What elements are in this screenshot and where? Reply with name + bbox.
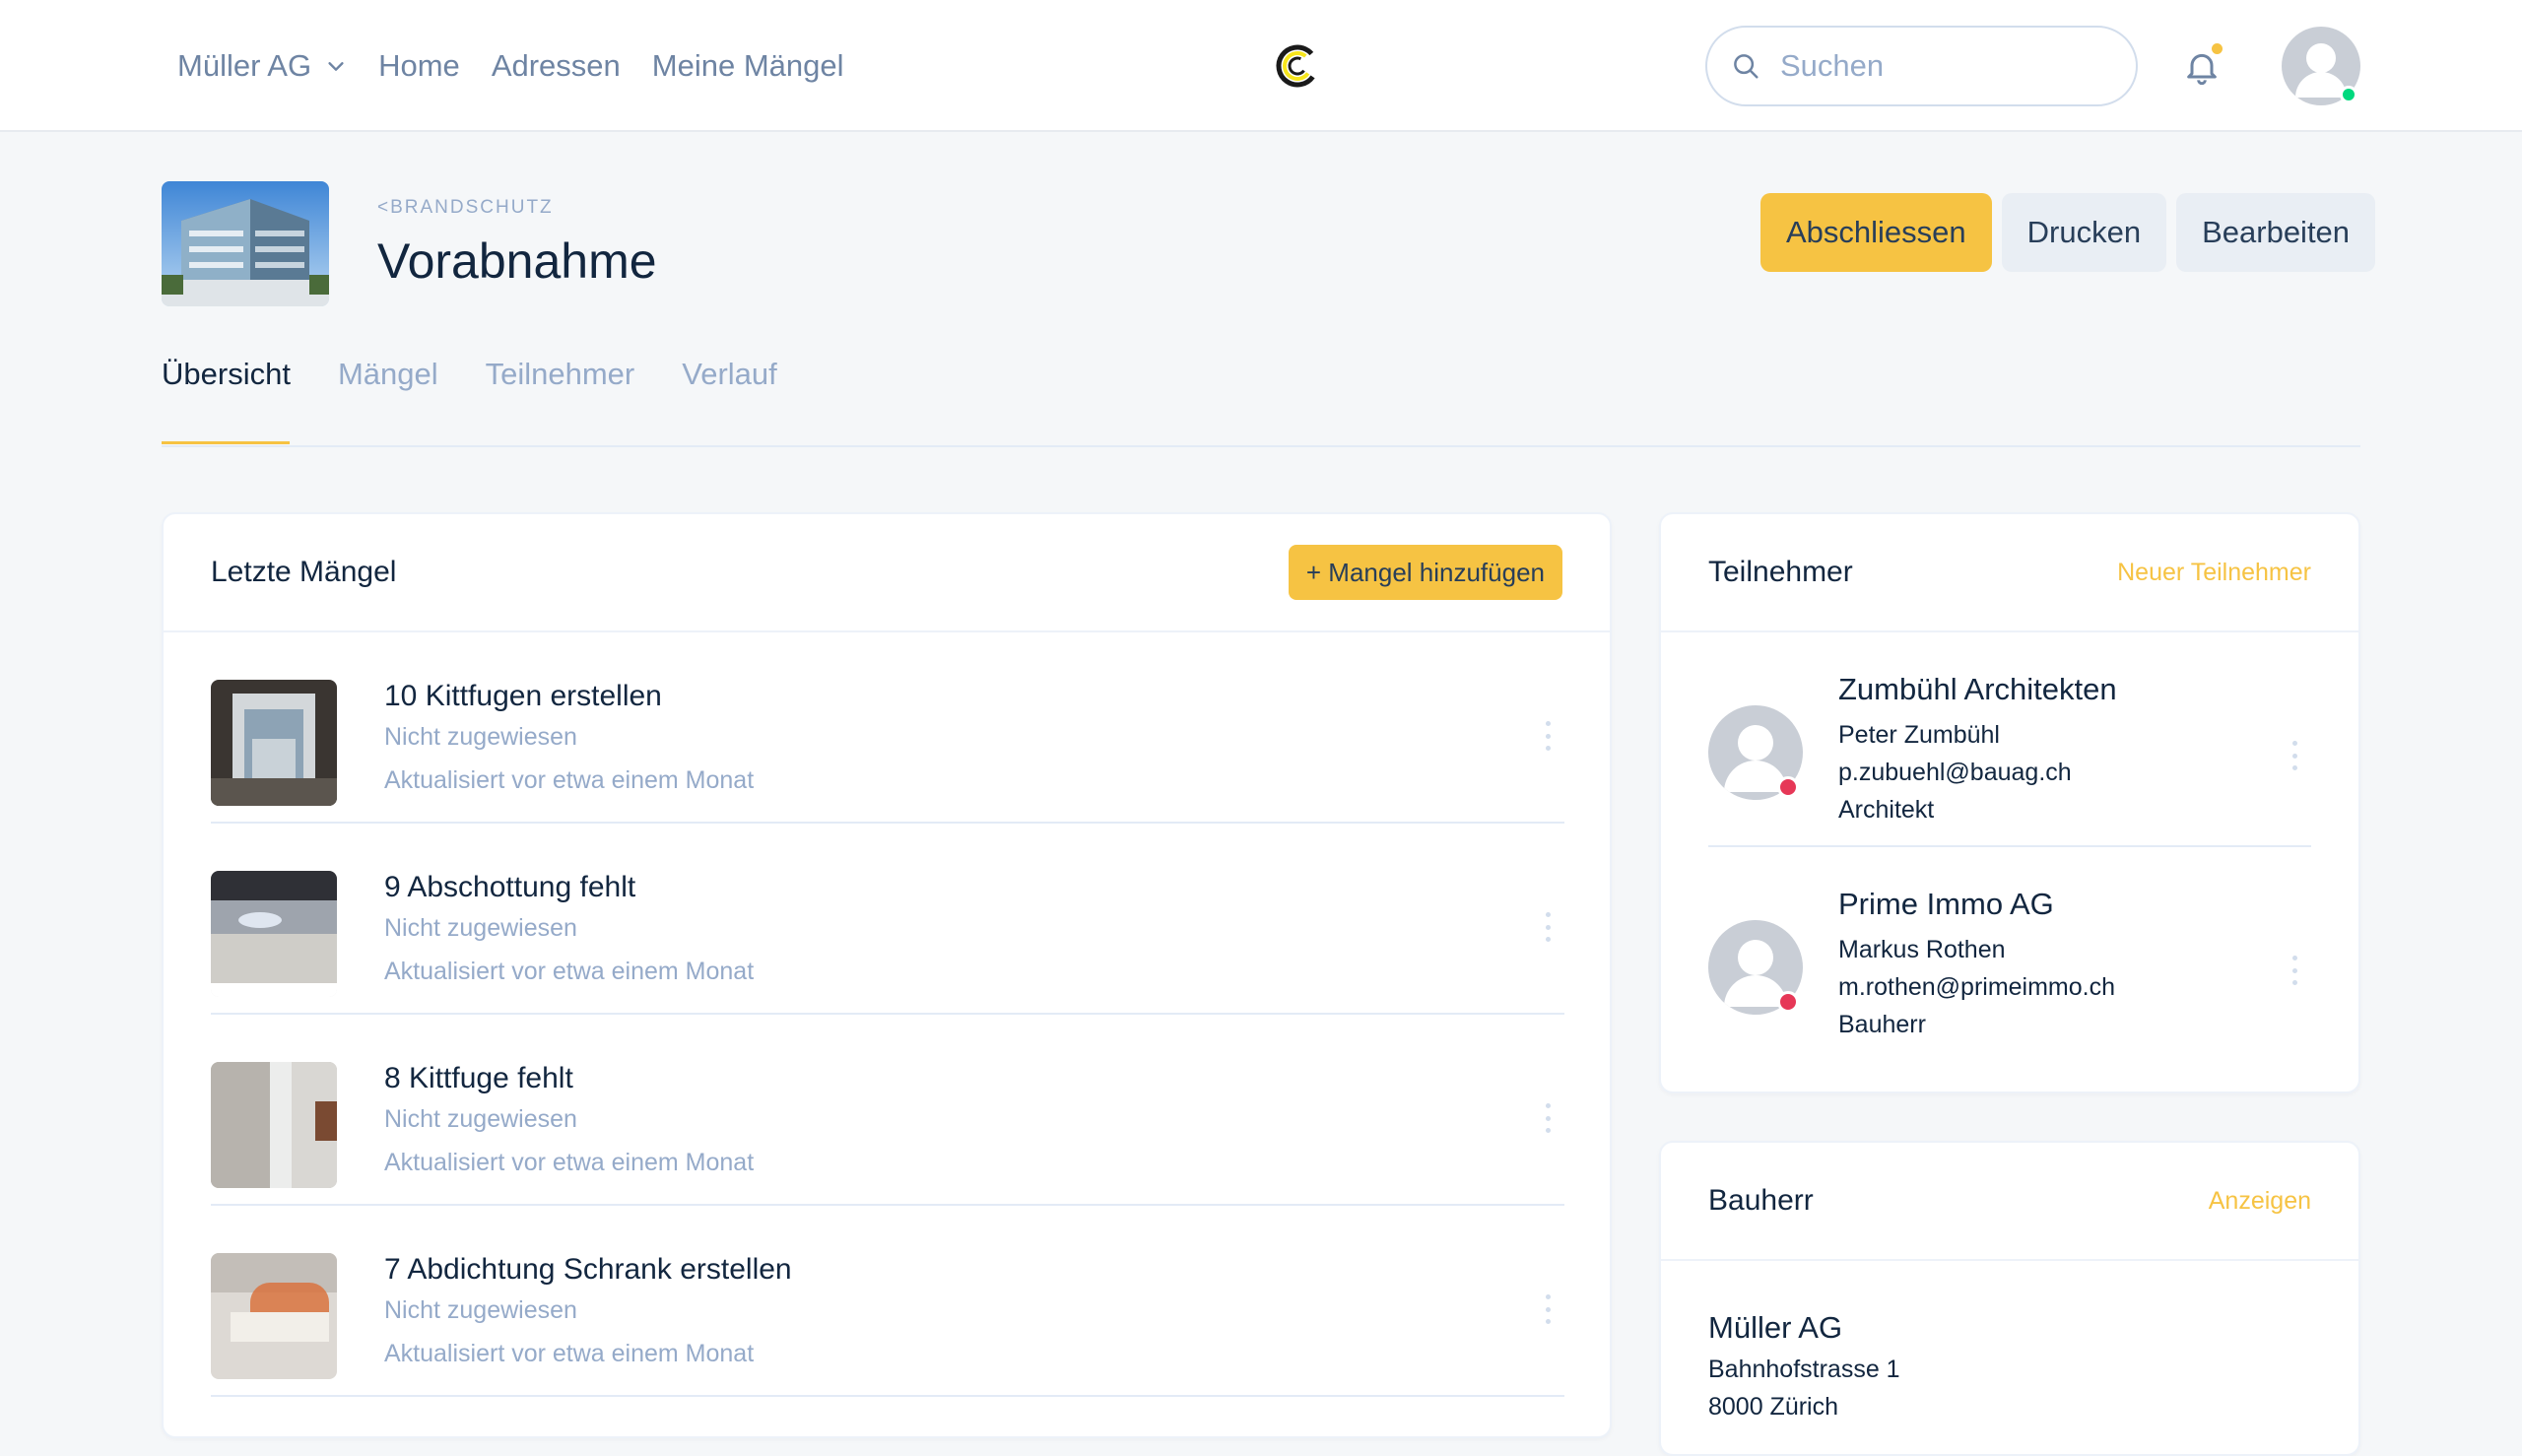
- more-options-icon[interactable]: [2290, 741, 2299, 770]
- defect-thumbnail: [211, 680, 337, 806]
- card-title: Letzte Mängel: [211, 556, 397, 588]
- defect-title: 9 Abschottung fehlt: [384, 871, 636, 903]
- participant-item[interactable]: Zumbühl Architekten Peter Zumbühl p.zubu…: [1708, 632, 2311, 847]
- edit-button[interactable]: Bearbeiten: [2176, 193, 2376, 272]
- offline-status-dot: [1777, 776, 1799, 798]
- tab-maengel[interactable]: Mängel: [338, 357, 438, 455]
- app-logo[interactable]: [1274, 42, 1321, 90]
- defect-photo: [211, 1253, 337, 1379]
- new-participant-link[interactable]: Neuer Teilnehmer: [2117, 559, 2311, 587]
- card-title: Bauherr: [1708, 1184, 1814, 1217]
- defect-photo: [211, 1062, 337, 1188]
- owner-name: Müller AG: [1708, 1310, 1843, 1345]
- page-title: Vorabnahme: [377, 233, 657, 289]
- defect-assignee: Nicht zugewiesen: [384, 723, 577, 751]
- more-options-icon[interactable]: [2290, 956, 2299, 985]
- defect-updated: Aktualisiert vor etwa einem Monat: [384, 1340, 755, 1367]
- participant-organization: Zumbühl Architekten: [1838, 672, 2117, 706]
- show-owner-link[interactable]: Anzeigen: [2209, 1187, 2311, 1216]
- defect-updated: Aktualisiert vor etwa einem Monat: [384, 766, 755, 794]
- more-options-icon[interactable]: [1543, 1294, 1553, 1324]
- recent-defects-card: Letzte Mängel + Mangel hinzufügen 10 Kit…: [162, 512, 1612, 1438]
- tab-bar: Übersicht Mängel Teilnehmer Verlauf: [162, 357, 777, 455]
- participant-name: Markus Rothen: [1838, 936, 2006, 963]
- defect-updated: Aktualisiert vor etwa einem Monat: [384, 1149, 755, 1176]
- search-input[interactable]: [1780, 48, 2095, 84]
- nav-left: Müller AG Home Adressen Meine Mängel: [177, 0, 844, 132]
- defect-item[interactable]: 10 Kittfugen erstellen Nicht zugewiesen …: [211, 632, 1564, 824]
- breadcrumb-category[interactable]: <Brandschutz: [377, 197, 554, 219]
- defect-assignee: Nicht zugewiesen: [384, 1105, 577, 1133]
- tab-uebersicht[interactable]: Übersicht: [162, 357, 291, 455]
- active-tab-indicator: [162, 441, 290, 444]
- defect-title: 10 Kittfugen erstellen: [384, 680, 662, 712]
- participant-name: Peter Zumbühl: [1838, 721, 2000, 749]
- participant-email[interactable]: m.rothen@primeimmo.ch: [1838, 973, 2115, 1002]
- more-options-icon[interactable]: [1543, 721, 1553, 751]
- defect-updated: Aktualisiert vor etwa einem Monat: [384, 958, 755, 985]
- more-options-icon[interactable]: [1543, 1103, 1553, 1133]
- defect-title: 7 Abdichtung Schrank erstellen: [384, 1253, 792, 1286]
- card-title: Teilnehmer: [1708, 556, 1853, 588]
- add-defect-button[interactable]: + Mangel hinzufügen: [1288, 545, 1562, 600]
- defect-thumbnail: [211, 1253, 337, 1379]
- chevron-down-icon: [328, 62, 344, 71]
- header-actions: Abschliessen Drucken Bearbeiten: [1760, 193, 2376, 272]
- nav-link-home[interactable]: Home: [378, 48, 460, 84]
- more-options-icon[interactable]: [1543, 912, 1553, 942]
- card-header: Bauherr Anzeigen: [1661, 1143, 2358, 1261]
- search-box[interactable]: [1705, 26, 2138, 106]
- top-navbar: Müller AG Home Adressen Meine Mängel: [0, 0, 2522, 132]
- defect-item[interactable]: 8 Kittfuge fehlt Nicht zugewiesen Aktual…: [211, 1015, 1564, 1206]
- participant-email[interactable]: p.zubuehl@bauag.ch: [1838, 759, 2072, 787]
- card-header: Teilnehmer Neuer Teilnehmer: [1661, 514, 2358, 632]
- search-icon: [1734, 54, 1759, 79]
- participant-role: Architekt: [1838, 796, 1935, 824]
- owner-card: Bauherr Anzeigen Müller AG Bahnhofstrass…: [1659, 1141, 2360, 1456]
- building-image: [162, 181, 329, 306]
- participant-item[interactable]: Prime Immo AG Markus Rothen m.rothen@pri…: [1708, 847, 2311, 1062]
- defect-photo: [211, 680, 337, 806]
- defect-item[interactable]: 9 Abschottung fehlt Nicht zugewiesen Akt…: [211, 824, 1564, 1015]
- tab-divider: [162, 445, 2360, 447]
- company-name: Müller AG: [177, 48, 312, 83]
- defect-title: 8 Kittfuge fehlt: [384, 1062, 573, 1094]
- owner-city: 8000 Zürich: [1708, 1393, 1839, 1421]
- defect-item[interactable]: 7 Abdichtung Schrank erstellen Nicht zug…: [211, 1206, 1564, 1397]
- tab-teilnehmer[interactable]: Teilnehmer: [486, 357, 635, 455]
- participant-organization: Prime Immo AG: [1838, 887, 2054, 921]
- tab-verlauf[interactable]: Verlauf: [682, 357, 777, 455]
- nav-link-adressen[interactable]: Adressen: [492, 48, 621, 84]
- defect-thumbnail: [211, 871, 337, 997]
- nav-link-meine-maengel[interactable]: Meine Mängel: [652, 48, 844, 84]
- defect-thumbnail: [211, 1062, 337, 1188]
- defect-assignee: Nicht zugewiesen: [384, 914, 577, 942]
- online-status-dot: [2340, 86, 2357, 103]
- participant-role: Bauherr: [1838, 1011, 1926, 1038]
- project-image: [162, 181, 329, 306]
- company-switcher[interactable]: Müller AG: [177, 48, 347, 84]
- participants-card: Teilnehmer Neuer Teilnehmer Zumbühl Arch…: [1659, 512, 2360, 1093]
- card-header: Letzte Mängel + Mangel hinzufügen: [164, 514, 1610, 632]
- print-button[interactable]: Drucken: [2001, 193, 2167, 272]
- offline-status-dot: [1777, 991, 1799, 1013]
- defect-photo: [211, 871, 337, 997]
- owner-street: Bahnhofstrasse 1: [1708, 1356, 1900, 1383]
- notification-badge: [2212, 43, 2223, 54]
- close-button[interactable]: Abschliessen: [1760, 193, 1992, 272]
- defect-assignee: Nicht zugewiesen: [384, 1296, 577, 1324]
